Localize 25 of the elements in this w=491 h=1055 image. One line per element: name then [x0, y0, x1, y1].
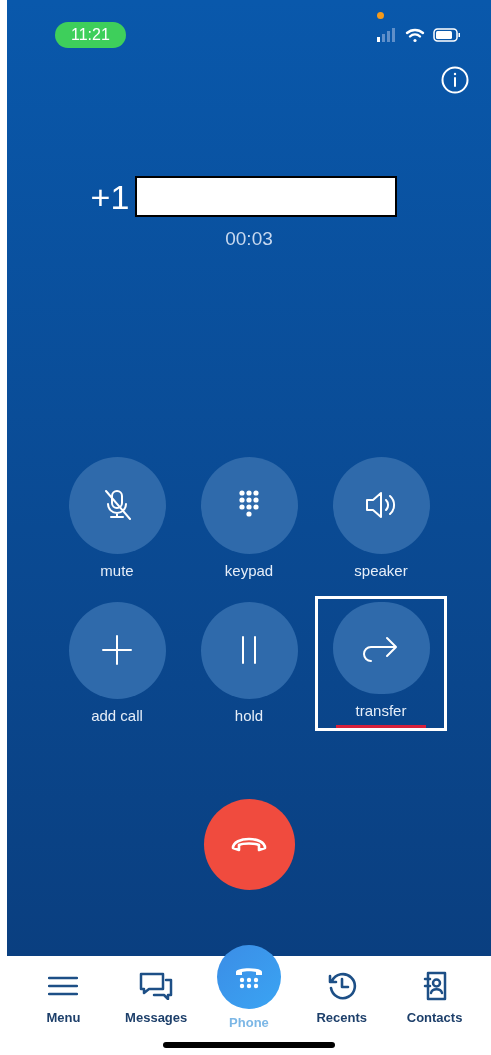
call-duration: 00:03 [225, 227, 273, 251]
battery-icon [433, 28, 461, 42]
wifi-icon [405, 27, 425, 43]
nav-tab[interactable]: Contacts [394, 956, 475, 1028]
plus-icon [101, 634, 133, 666]
country-code: +1 [90, 179, 130, 214]
status-time: 11:21 [55, 22, 126, 48]
nav-tab[interactable]: Recents [301, 956, 382, 1028]
control-label: transfer [355, 701, 407, 722]
control-label: speaker [354, 560, 408, 581]
nav-tab[interactable]: Menu [23, 956, 104, 1028]
info-icon[interactable] [441, 66, 469, 94]
control-label: keypad [224, 560, 274, 581]
nav-tab[interactable]: Messages [116, 956, 197, 1028]
chat-bubbles-icon [139, 972, 174, 1000]
history-clock-icon [326, 971, 357, 1001]
signal-icon [377, 28, 397, 42]
control-label: mute [100, 560, 134, 581]
speaker-icon [364, 490, 398, 520]
hang-up-icon [231, 836, 267, 852]
menu-icon [48, 976, 79, 996]
address-book-icon [422, 971, 447, 1001]
control-label: hold [234, 705, 264, 726]
control-label: add call [91, 705, 143, 726]
pause-icon [240, 635, 258, 665]
